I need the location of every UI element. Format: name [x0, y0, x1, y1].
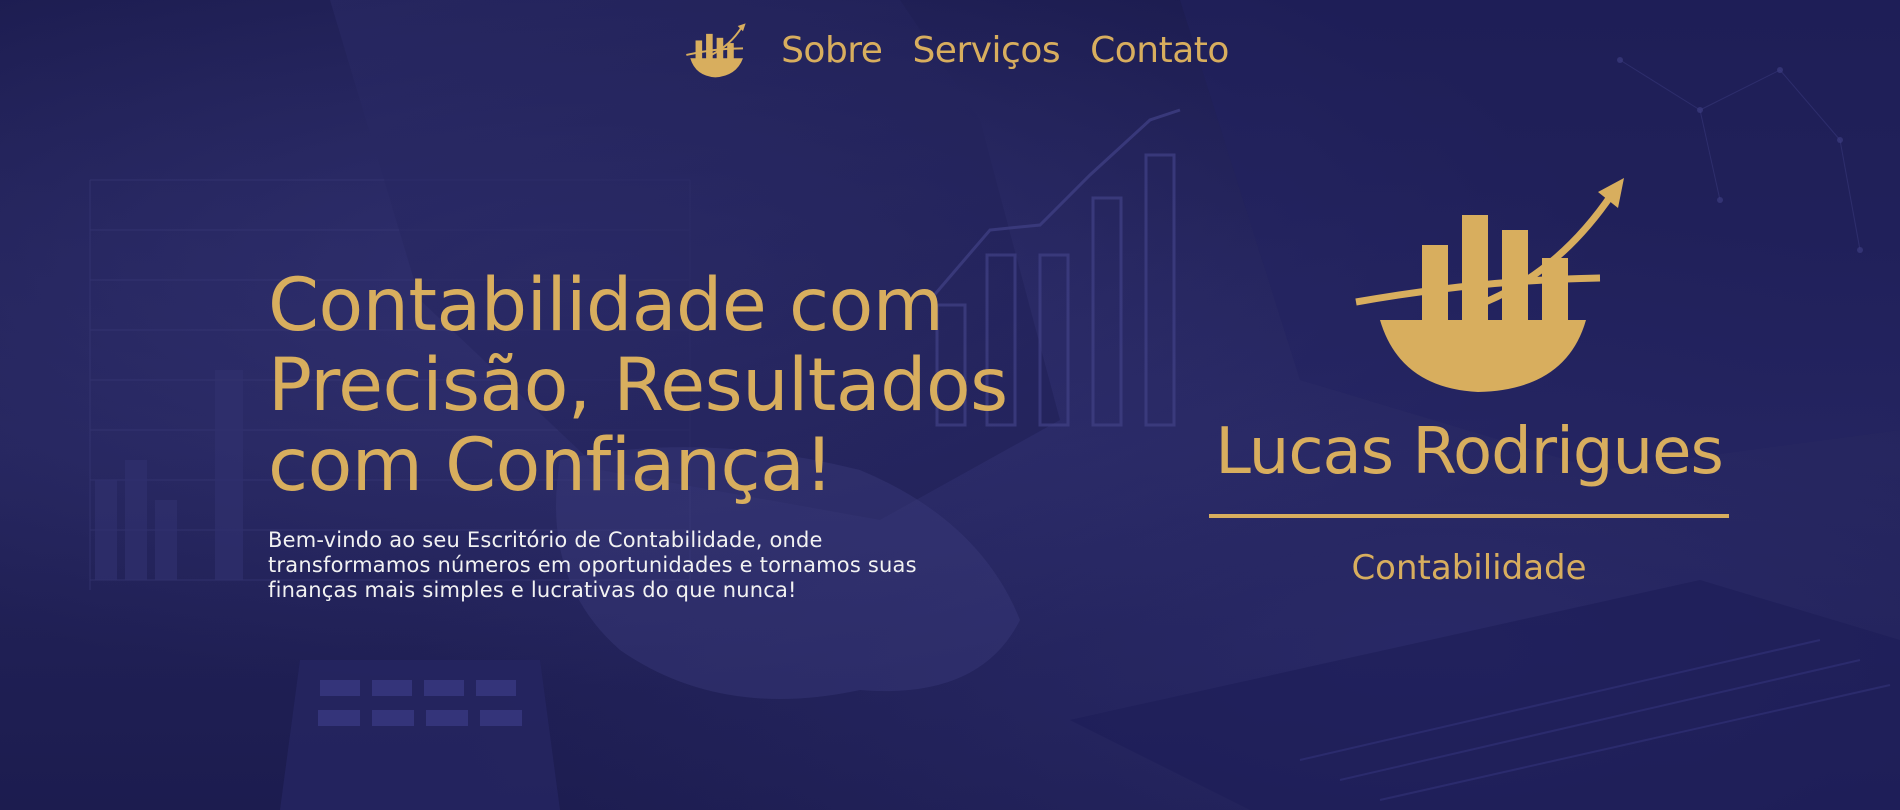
brand-tagline: Contabilidade: [1351, 548, 1587, 588]
brand-divider: [1209, 514, 1729, 518]
growth-chart-logo-icon[interactable]: [681, 22, 747, 78]
brand-name: Lucas Rodrigues: [1215, 415, 1724, 489]
headline-line: Precisão, Resultados: [268, 343, 1008, 428]
nav-link-contato[interactable]: Contato: [1090, 30, 1229, 71]
subtitle-line: transformamos números em oportunidades e…: [268, 553, 917, 577]
brand-logo-icon: [1355, 178, 1624, 392]
hero-headline: Contabilidade com Precisão, Resultados c…: [268, 266, 1028, 506]
subtitle-line: finanças mais simples e lucrativas do qu…: [268, 578, 797, 602]
headline-line: Contabilidade com: [268, 263, 944, 348]
top-navigation: Sobre Serviços Contato: [0, 0, 1900, 100]
hero-subtitle: Bem-vindo ao seu Escritório de Contabili…: [268, 528, 988, 603]
nav-link-sobre[interactable]: Sobre: [781, 30, 883, 71]
headline-line: com Confiança!: [268, 423, 834, 508]
subtitle-line: Bem-vindo ao seu Escritório de Contabili…: [268, 528, 823, 552]
hero-section: Sobre Serviços Contato Contabilidade com…: [0, 0, 1900, 810]
nav-link-servicos[interactable]: Serviços: [912, 30, 1060, 71]
